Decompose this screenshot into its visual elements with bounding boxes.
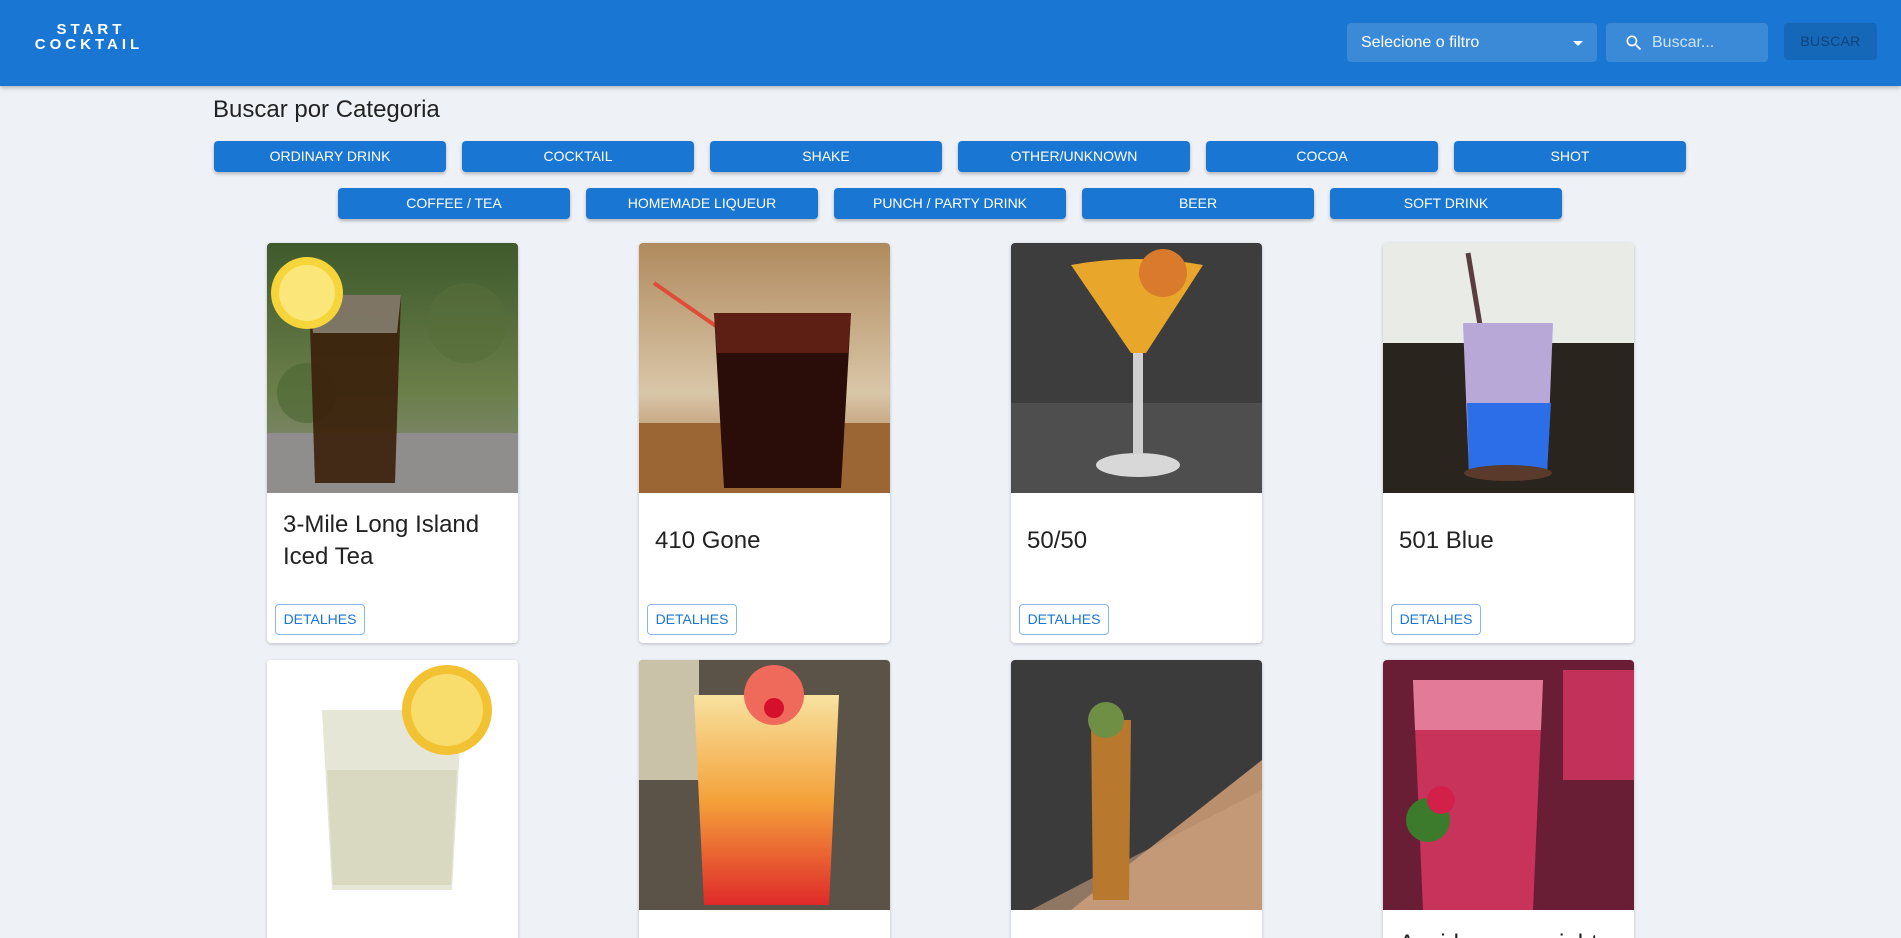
search-button[interactable]: BUSCAR — [1784, 23, 1877, 60]
details-button[interactable]: DETALHES — [647, 604, 737, 635]
app-bar: START COCKTAIL Selecione o filtro BUSCAR — [0, 0, 1901, 86]
drink-card: A midsummernight — [1383, 660, 1634, 938]
logo-line-2: COCKTAIL — [34, 36, 144, 53]
search-box — [1606, 23, 1768, 62]
drink-image — [267, 660, 518, 910]
category-shot-button[interactable]: SHOT — [1454, 141, 1686, 172]
drink-image — [1011, 243, 1262, 493]
drink-image — [1011, 660, 1262, 910]
drink-card: 3-Mile Long Island Iced Tea DETALHES — [267, 243, 518, 643]
drink-card: 501 Blue DETALHES — [1383, 243, 1634, 643]
category-beer-button[interactable]: BEER — [1082, 188, 1314, 219]
search-icon — [1626, 35, 1642, 51]
details-button[interactable]: DETALHES — [1019, 604, 1109, 635]
drink-card: 410 Gone DETALHES — [639, 243, 890, 643]
filter-select[interactable]: Selecione o filtro — [1347, 23, 1597, 62]
drink-name: 50/50 — [1027, 527, 1088, 554]
drink-card — [1011, 660, 1262, 938]
drink-image — [639, 660, 890, 910]
category-ordinary-drink-button[interactable]: ORDINARY DRINK — [214, 141, 446, 172]
drink-name: A midsummernight — [1399, 928, 1624, 938]
category-punch-party-drink-button[interactable]: PUNCH / PARTY DRINK — [834, 188, 1066, 219]
category-cocktail-button[interactable]: COCKTAIL — [462, 141, 694, 172]
logo[interactable]: START COCKTAIL — [30, 22, 148, 52]
drink-name: 501 Blue — [1399, 527, 1494, 554]
drink-image — [639, 243, 890, 493]
category-cocoa-button[interactable]: COCOA — [1206, 141, 1438, 172]
category-shake-button[interactable]: SHAKE — [710, 141, 942, 172]
chevron-down-icon — [1573, 41, 1583, 46]
details-button[interactable]: DETALHES — [275, 604, 365, 635]
category-soft-drink-button[interactable]: SOFT DRINK — [1330, 188, 1562, 219]
logo-line-1: START — [56, 21, 126, 38]
drink-image — [1383, 660, 1634, 910]
drink-card: 50/50 DETALHES — [1011, 243, 1262, 643]
drink-card — [267, 660, 518, 938]
drink-image — [267, 243, 518, 493]
details-button[interactable]: DETALHES — [1391, 604, 1481, 635]
category-coffee-tea-button[interactable]: COFFEE / TEA — [338, 188, 570, 219]
search-input[interactable] — [1652, 23, 1762, 62]
filter-select-value: Selecione o filtro — [1361, 34, 1480, 51]
drink-name: 410 Gone — [655, 527, 761, 554]
drink-card — [639, 660, 890, 938]
section-title: Buscar por Categoria — [213, 96, 440, 123]
category-other-unknown-button[interactable]: OTHER/UNKNOWN — [958, 141, 1190, 172]
category-homemade-liqueur-button[interactable]: HOMEMADE LIQUEUR — [586, 188, 818, 219]
drink-image — [1383, 243, 1634, 493]
drink-name: 3-Mile Long Island Iced Tea — [283, 511, 480, 570]
